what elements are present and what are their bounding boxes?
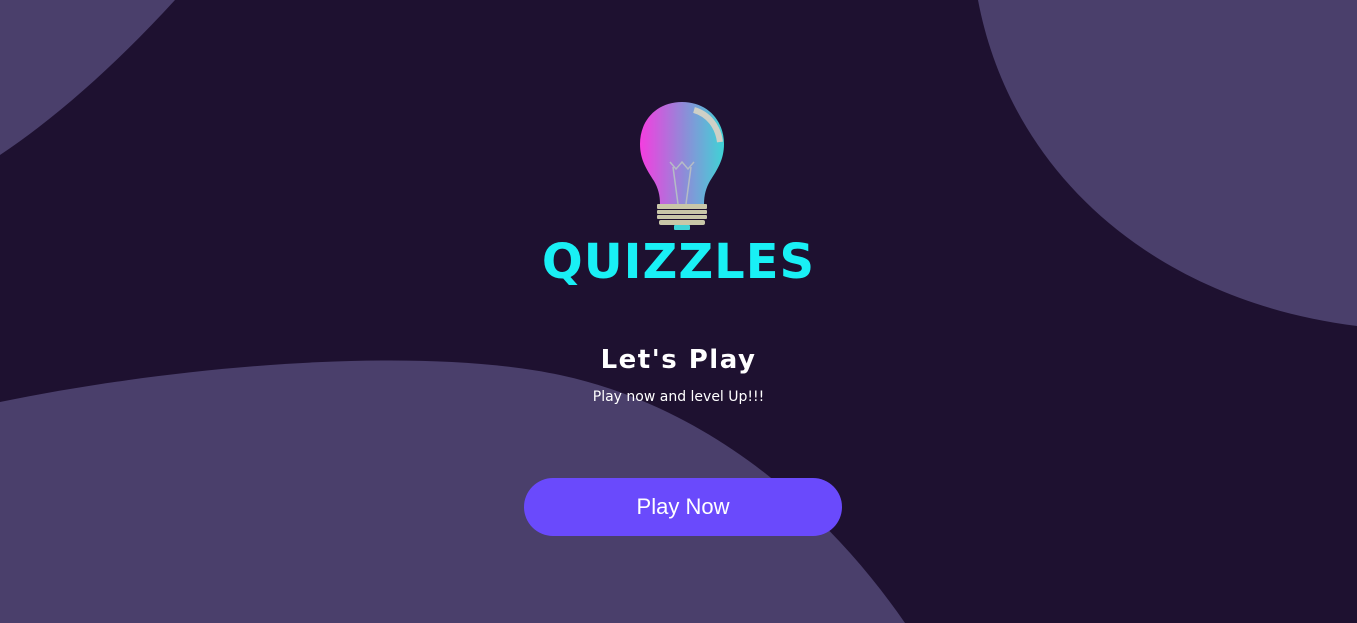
brand-title: QUIZZLES — [541, 234, 816, 290]
play-now-button[interactable]: Play Now — [524, 478, 842, 536]
top-left-blob — [0, 0, 175, 155]
landing-page: QUIZZLES Let's Play Play now and level U… — [0, 0, 1357, 623]
lightbulb-icon — [640, 102, 724, 230]
page-heading: Let's Play — [600, 345, 757, 375]
page-subheading: Play now and level Up!!! — [592, 389, 765, 405]
